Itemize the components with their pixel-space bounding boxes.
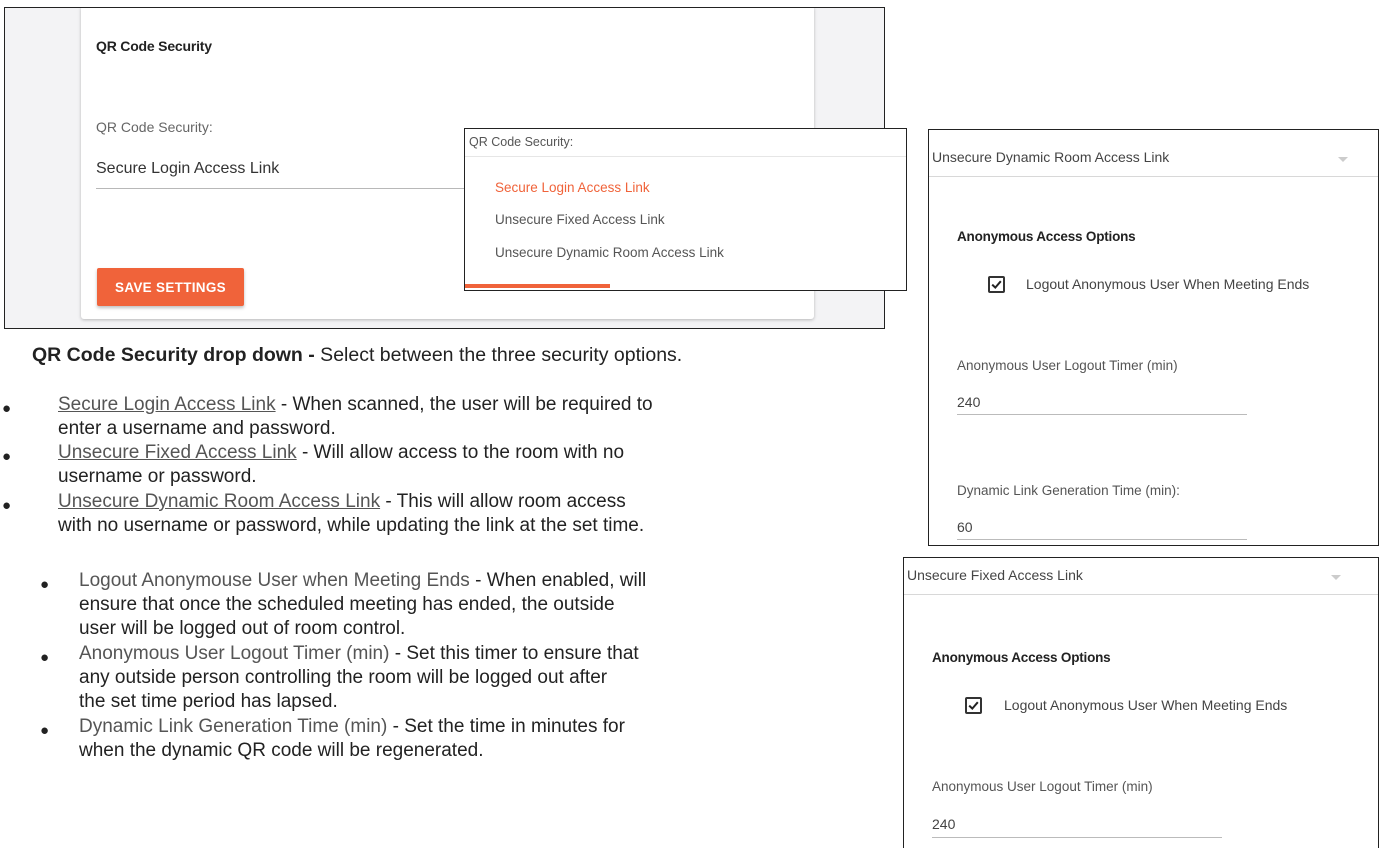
bullet-dot: ●	[2, 497, 12, 514]
bullet-secure-login: Secure Login Access Link - When scanned,…	[58, 394, 653, 439]
option-unsecure-dynamic[interactable]: Unsecure Dynamic Room Access Link	[495, 245, 724, 260]
checkmark-icon	[991, 280, 1002, 290]
save-button-peek	[465, 284, 610, 288]
qr-security-underline	[96, 188, 476, 189]
dynamic-link-options-screenshot: Unsecure Dynamic Room Access Link Anonym…	[928, 129, 1379, 546]
access-link-select[interactable]: Unsecure Fixed Access Link	[907, 567, 1083, 583]
checkmark-icon	[968, 701, 979, 711]
qr-security-dropdown: QR Code Security: Secure Login Access Li…	[464, 128, 907, 291]
bullet-dot: ●	[2, 448, 12, 465]
logout-checkbox-label: Logout Anonymous User When Meeting Ends	[1026, 276, 1310, 292]
select-underline	[929, 176, 1378, 177]
logout-timer-underline	[932, 837, 1222, 838]
fixed-link-options-screenshot: Unsecure Fixed Access Link Anonymous Acc…	[903, 557, 1379, 848]
link-generation-underline	[957, 539, 1247, 540]
dropdown-divider	[465, 156, 906, 157]
bullet-unsecure-fixed: Unsecure Fixed Access Link - Will allow …	[58, 442, 625, 487]
anonymous-options-title: Anonymous Access Options	[957, 229, 1136, 244]
sub-bullet-dot: ●	[40, 722, 50, 739]
sub-bullet-logout-timer: Anonymous User Logout Timer (min) - Set …	[79, 643, 639, 712]
sub-bullet-dot: ●	[40, 576, 50, 593]
link-generation-input[interactable]: 60	[957, 519, 973, 535]
select-underline	[904, 594, 1378, 595]
access-link-select[interactable]: Unsecure Dynamic Room Access Link	[932, 149, 1169, 165]
logout-timer-label: Anonymous User Logout Timer (min)	[932, 779, 1153, 794]
qr-security-field-label: QR Code Security:	[96, 119, 213, 135]
anonymous-options-title: Anonymous Access Options	[932, 650, 1111, 665]
chevron-down-icon[interactable]	[1331, 575, 1341, 580]
logout-checkbox[interactable]	[988, 276, 1005, 293]
bullet-unsecure-dynamic: Unsecure Dynamic Room Access Link - This…	[58, 491, 645, 536]
dropdown-label: QR Code Security:	[469, 135, 574, 149]
section-heading: QR Code Security drop down - Select betw…	[32, 344, 683, 366]
sub-bullet-link-generation: Dynamic Link Generation Time (min) - Set…	[79, 716, 625, 761]
option-secure-login[interactable]: Secure Login Access Link	[495, 180, 650, 195]
logout-timer-label: Anonymous User Logout Timer (min)	[957, 358, 1178, 373]
card-title: QR Code Security	[96, 38, 212, 54]
save-settings-button[interactable]: SAVE SETTINGS	[97, 268, 244, 306]
option-unsecure-fixed[interactable]: Unsecure Fixed Access Link	[495, 212, 665, 227]
link-generation-label: Dynamic Link Generation Time (min):	[957, 483, 1180, 498]
sub-bullet-dot: ●	[40, 649, 50, 666]
logout-checkbox-label: Logout Anonymous User When Meeting Ends	[1004, 697, 1288, 713]
bullet-dot: ●	[2, 400, 12, 417]
logout-timer-input[interactable]: 240	[932, 816, 955, 832]
logout-timer-input[interactable]: 240	[957, 394, 980, 410]
chevron-down-icon[interactable]	[1338, 157, 1348, 162]
qr-security-select[interactable]: Secure Login Access Link	[96, 160, 279, 178]
sub-bullet-logout-when-ends: Logout Anonymouse User when Meeting Ends…	[79, 570, 647, 639]
logout-timer-underline	[957, 414, 1247, 415]
logout-checkbox[interactable]	[965, 697, 982, 714]
